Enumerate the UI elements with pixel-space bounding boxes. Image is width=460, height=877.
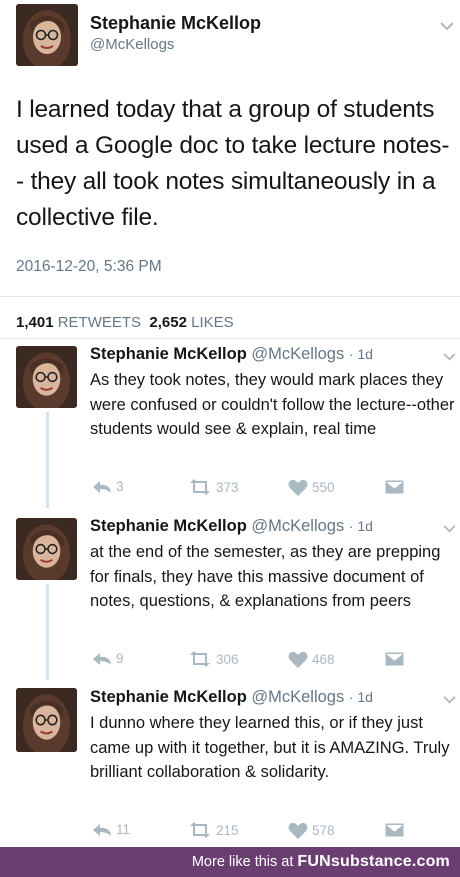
tweet-text: I learned today that a group of students… — [16, 96, 450, 231]
reply-author-name[interactable]: Stephanie McKellop — [90, 688, 247, 706]
like-count: 578 — [312, 823, 335, 838]
reply-button[interactable]: 3 — [92, 479, 124, 494]
reply-button[interactable]: 9 — [92, 651, 124, 666]
retweets-count[interactable]: 1,401 — [16, 314, 54, 331]
thread-line — [46, 584, 49, 680]
reply-author[interactable]: Stephanie McKellop @McKellogs · 1d — [90, 345, 373, 364]
reply-text: at the end of the semester, as they are … — [90, 543, 441, 610]
reply-author[interactable]: Stephanie McKellop @McKellogs · 1d — [90, 688, 373, 707]
retweets-label[interactable]: RETWEETS — [58, 314, 141, 331]
reply-count: 9 — [116, 651, 124, 666]
heart-icon — [288, 651, 308, 668]
retweet-button[interactable]: 373 — [188, 479, 239, 495]
retweet-count: 306 — [216, 651, 239, 667]
reply-text: As they took notes, they would mark plac… — [90, 371, 455, 438]
reply-author[interactable]: Stephanie McKellop @McKellogs · 1d — [90, 517, 373, 536]
retweet-button[interactable]: 215 — [188, 822, 239, 838]
watermark-brand: FUNsubstance.com — [297, 853, 450, 870]
reply-age: · 1d — [348, 518, 373, 534]
retweet-button[interactable]: 306 — [188, 651, 239, 667]
likes-label[interactable]: LIKES — [191, 314, 234, 331]
reply-count: 3 — [116, 479, 124, 494]
reply-age: · 1d — [348, 689, 373, 705]
reply-icon — [93, 480, 111, 493]
watermark-prefix: More like this at — [191, 854, 298, 870]
watermark-bar: More like this at FUNsubstance.com — [0, 847, 460, 877]
reply-icon — [93, 823, 111, 836]
like-button[interactable]: 578 — [288, 822, 335, 839]
avatar[interactable] — [16, 518, 77, 580]
heart-icon — [288, 822, 308, 839]
retweet-icon — [190, 822, 210, 838]
tweet-stats: 1,401 RETWEETS 2,652 LIKES — [16, 314, 234, 331]
reply-icon — [93, 652, 111, 665]
avatar[interactable] — [16, 688, 77, 752]
reply-text: I dunno where they learned this, or if t… — [90, 714, 450, 781]
chevron-down-icon[interactable] — [443, 353, 456, 361]
message-icon[interactable] — [385, 480, 404, 494]
chevron-down-icon[interactable] — [443, 696, 456, 704]
reply-author-handle[interactable]: @McKellogs — [251, 345, 344, 363]
retweet-icon — [190, 479, 210, 495]
tweet-timestamp[interactable]: 2016-12-20, 5:36 PM — [16, 258, 162, 276]
author-handle[interactable]: @McKellogs — [90, 36, 174, 53]
reply-author-name[interactable]: Stephanie McKellop — [90, 517, 247, 535]
chevron-down-icon[interactable] — [443, 525, 456, 533]
avatar[interactable] — [16, 346, 77, 408]
like-count: 550 — [312, 480, 335, 495]
reply-age: · 1d — [348, 346, 373, 362]
message-icon[interactable] — [385, 823, 404, 837]
message-icon[interactable] — [385, 652, 404, 666]
retweet-count: 215 — [216, 822, 239, 838]
reply-author-name[interactable]: Stephanie McKellop — [90, 345, 247, 363]
chevron-down-icon[interactable] — [440, 22, 454, 31]
like-button[interactable]: 468 — [288, 651, 335, 668]
like-count: 468 — [312, 652, 335, 667]
heart-icon — [288, 479, 308, 496]
author-name[interactable]: Stephanie McKellop — [90, 13, 261, 34]
avatar[interactable] — [16, 4, 78, 66]
retweet-count: 373 — [216, 479, 239, 495]
reply-author-handle[interactable]: @McKellogs — [251, 688, 344, 706]
retweet-icon — [190, 651, 210, 667]
reply-button[interactable]: 11 — [92, 822, 130, 837]
like-button[interactable]: 550 — [288, 479, 335, 496]
divider — [0, 296, 460, 297]
divider — [0, 338, 460, 339]
reply-count: 11 — [116, 822, 131, 837]
likes-count[interactable]: 2,652 — [149, 314, 187, 331]
thread-line — [46, 412, 49, 508]
watermark-text: More like this at FUNsubstance.com — [192, 853, 450, 871]
reply-author-handle[interactable]: @McKellogs — [251, 517, 344, 535]
